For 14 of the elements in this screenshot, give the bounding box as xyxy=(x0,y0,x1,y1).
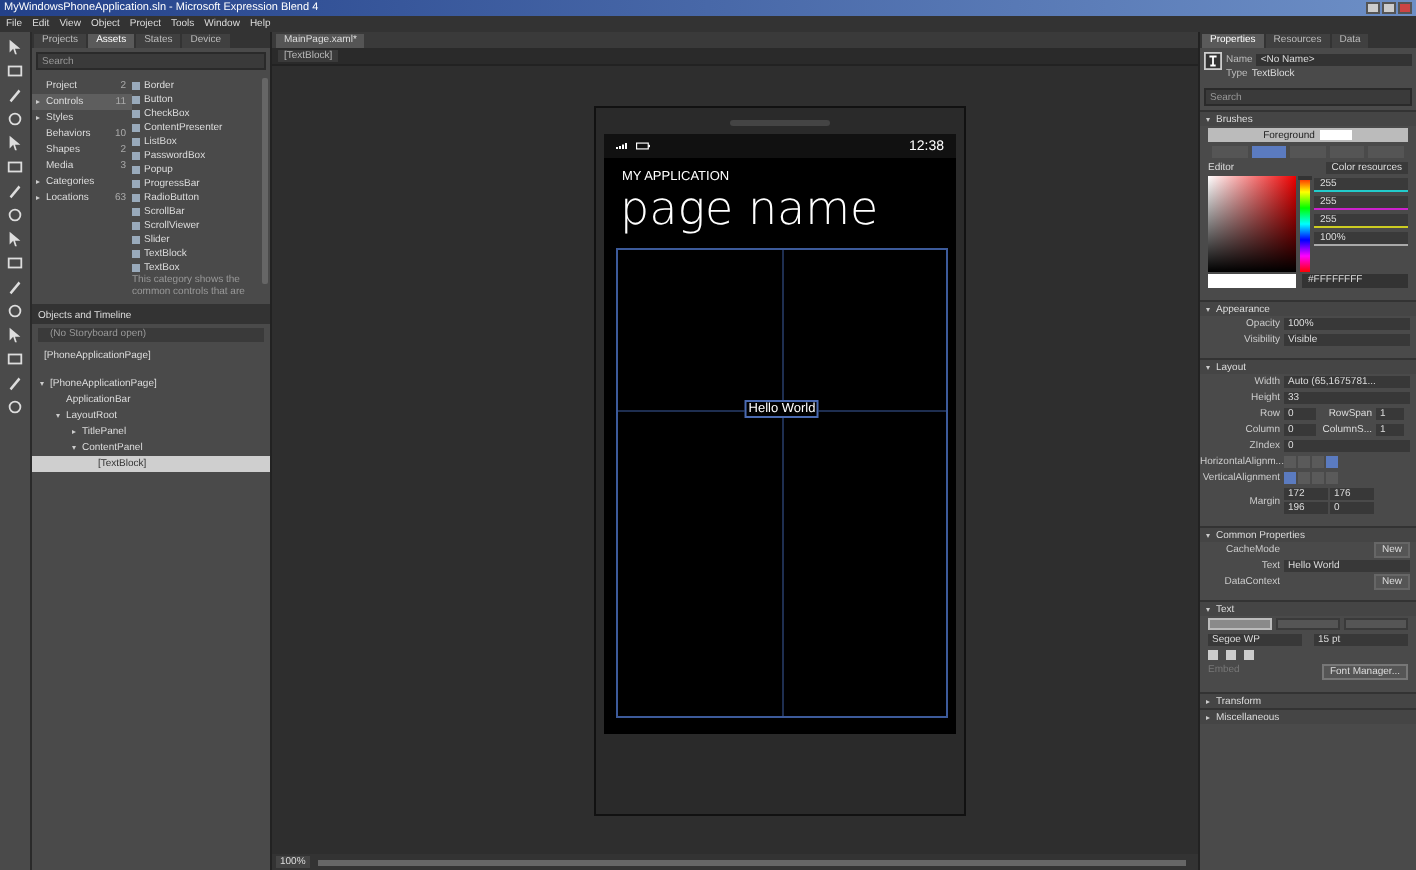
brush-type-button[interactable] xyxy=(1251,146,1287,158)
text-tab[interactable] xyxy=(1208,618,1272,630)
scrollbar[interactable] xyxy=(262,78,268,284)
page-title: page name xyxy=(618,184,881,236)
minimize-button[interactable] xyxy=(1366,2,1380,14)
maximize-button[interactable] xyxy=(1382,2,1396,14)
text-tab[interactable] xyxy=(1344,618,1408,630)
signal-icon xyxy=(616,142,628,150)
color-preview xyxy=(1208,274,1296,288)
text-icon xyxy=(1204,52,1222,70)
color-field[interactable] xyxy=(1208,176,1296,272)
text-tab[interactable] xyxy=(1276,618,1340,630)
battery-icon xyxy=(636,142,650,150)
scrollbar[interactable] xyxy=(317,859,1186,865)
